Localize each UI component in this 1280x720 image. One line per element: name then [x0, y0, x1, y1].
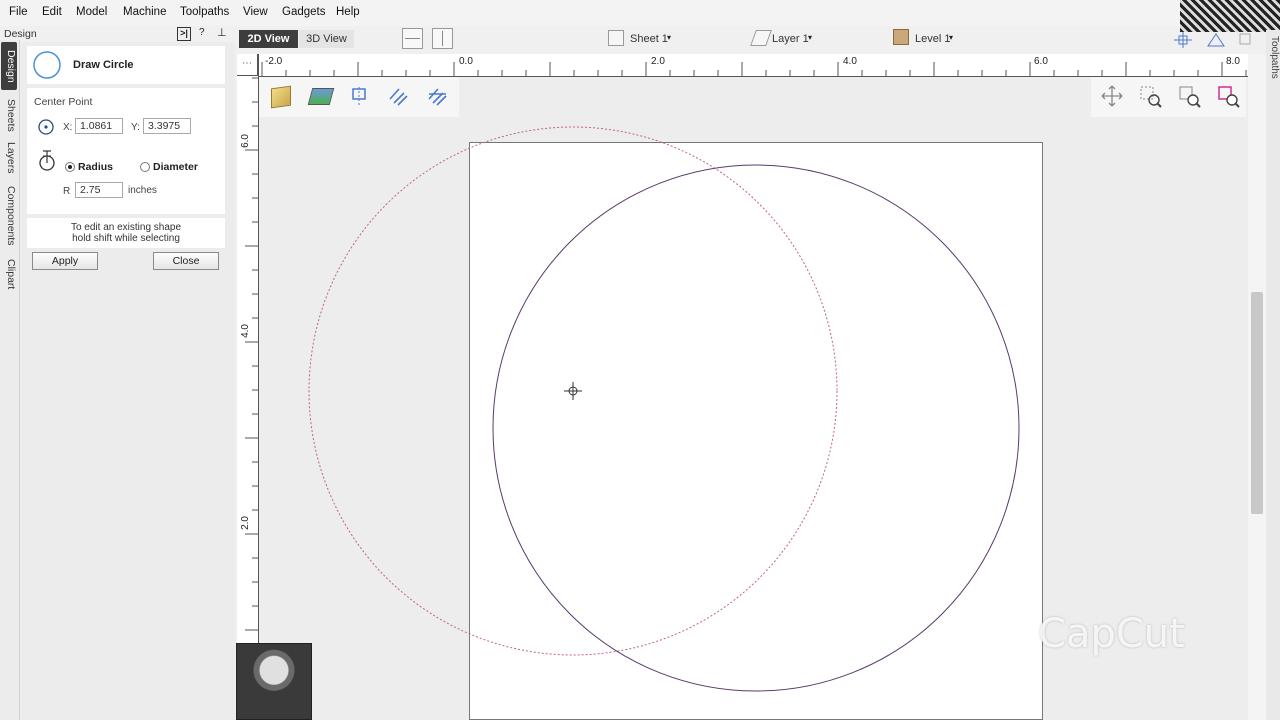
pin-icon[interactable]: ⊥ [217, 26, 227, 39]
menu-bar: File Edit Model Machine Toolpaths View G… [0, 0, 1280, 32]
tab-design[interactable]: Design [1, 42, 17, 90]
tab-sheets[interactable]: Sheets [1, 94, 17, 136]
tab-2d-view[interactable]: 2D View [239, 30, 298, 48]
x-input[interactable]: 1.0861 [75, 118, 123, 134]
level-dropdown-icon[interactable]: ▾ [949, 33, 953, 42]
tab-3d-view[interactable]: 3D View [299, 30, 354, 48]
profile-image [1180, 0, 1280, 32]
v-ruler-label: 4.0 [240, 324, 251, 338]
radius-label: Radius [78, 161, 114, 173]
tab-layers[interactable]: Layers [1, 138, 17, 178]
snap-grid-icon[interactable] [1174, 32, 1192, 48]
menu-machine[interactable]: Machine [123, 6, 166, 18]
horizontal-ruler: -2.0 0.0 2.0 4.0 6.0 8.0 [258, 54, 1248, 77]
snap-object-icon[interactable] [1207, 33, 1225, 47]
level-selector[interactable]: Level 1 [915, 33, 950, 45]
menu-model[interactable]: Model [76, 6, 107, 18]
ruler-corner-icon[interactable]: ⋯ [237, 54, 258, 76]
sheet-dropdown-icon[interactable]: ▾ [667, 33, 671, 42]
avatar [236, 643, 312, 720]
center-point-label: Center Point [34, 96, 93, 108]
v-ruler-label: 6.0 [240, 134, 251, 148]
radius-input[interactable]: 2.75 [75, 182, 123, 198]
split-vertical-icon[interactable] [432, 28, 453, 49]
y-label: Y: [131, 122, 140, 133]
layer-selector[interactable]: Layer 1 [772, 33, 809, 45]
window-icon[interactable] [1239, 33, 1251, 45]
h-ruler-label: 4.0 [843, 56, 857, 67]
right-panel-strip: Toolpaths [1266, 30, 1280, 720]
x-label: X: [63, 122, 73, 133]
watermark-text: CapCut [1038, 611, 1185, 657]
menu-edit[interactable]: Edit [42, 6, 62, 18]
radius-icon [39, 150, 55, 171]
sheet-icon [608, 30, 624, 46]
drawing-canvas[interactable]: CapCut [259, 77, 1248, 720]
h-ruler-label: 2.0 [651, 56, 665, 67]
h-ruler-label: 6.0 [1034, 56, 1048, 67]
vertical-scrollbar[interactable] [1248, 54, 1266, 720]
tool-title: Draw Circle [73, 59, 134, 71]
close-button[interactable]: Close [153, 252, 219, 270]
diameter-label: Diameter [153, 161, 198, 173]
tab-toolpaths[interactable]: Toolpaths [1266, 36, 1280, 106]
h-ruler-label: -2.0 [265, 56, 283, 67]
r-label: R [63, 186, 71, 197]
panel-title: Design [4, 28, 37, 40]
snap-icons [1174, 32, 1251, 48]
menu-help[interactable]: Help [336, 6, 360, 18]
y-input[interactable]: 3.3975 [143, 118, 191, 134]
layer-dropdown-icon[interactable]: ▾ [808, 33, 812, 42]
view-tabs: 2D View 3D View [239, 30, 359, 48]
units-label: inches [128, 185, 157, 196]
scrollbar-thumb[interactable] [1251, 292, 1263, 514]
help-icon[interactable]: ? [199, 27, 205, 38]
split-horizontal-icon[interactable] [402, 28, 423, 49]
design-panel: Draw Circle Center Point X: 1.0861 Y: 3.… [21, 42, 235, 720]
h-ruler-label: 0.0 [459, 56, 473, 67]
circle-tool-icon [33, 51, 61, 79]
hint-line-1: To edit an existing shape [70, 222, 182, 233]
hint-line-2: hold shift while selecting [72, 233, 180, 244]
tab-components[interactable]: Components [1, 180, 17, 252]
center-point-marker [564, 382, 582, 400]
v-ruler-label: 2.0 [240, 516, 251, 530]
radius-radio[interactable] [65, 162, 75, 172]
menu-toolpaths[interactable]: Toolpaths [180, 6, 229, 18]
circle-existing[interactable] [492, 164, 1020, 692]
hint-card: To edit an existing shape hold shift whi… [27, 218, 225, 248]
tab-clipart[interactable]: Clipart [1, 254, 17, 294]
h-ruler-label: 8.0 [1226, 56, 1240, 67]
menu-gadgets[interactable]: Gadgets [282, 6, 325, 18]
layer-icon [750, 30, 772, 46]
level-icon [893, 29, 909, 45]
capcut-logo-icon [964, 615, 1024, 653]
menu-file[interactable]: File [9, 6, 28, 18]
diameter-radio[interactable] [140, 162, 150, 172]
menu-view[interactable]: View [243, 6, 268, 18]
tool-header: Draw Circle [27, 46, 225, 84]
apply-button[interactable]: Apply [32, 252, 98, 270]
sheet-selector[interactable]: Sheet 1 [630, 33, 668, 45]
center-point-icon [38, 119, 54, 135]
panel-header: Design >| ? ⊥ [0, 26, 235, 42]
vertical-ruler: 6.0 4.0 2.0 [237, 54, 259, 720]
side-tabs: Design Sheets Layers Components Clipart [0, 40, 20, 720]
center-point-card: Center Point X: 1.0861 Y: 3.3975 Radius … [27, 88, 225, 214]
collapse-icon[interactable]: >| [177, 27, 191, 41]
watermark: CapCut [964, 609, 1185, 659]
